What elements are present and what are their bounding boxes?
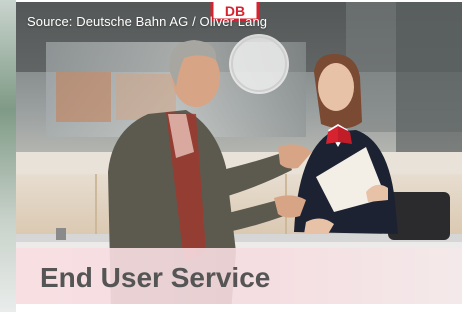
image-card: DB Source: Deutsche Bahn AG / Oliver Lan…	[0, 0, 462, 312]
left-edge-strip	[0, 0, 16, 312]
banner-title: End User Service	[40, 262, 271, 293]
source-credit: Source: Deutsche Bahn AG / Oliver Lang	[27, 14, 268, 29]
bottom-border	[16, 304, 462, 312]
